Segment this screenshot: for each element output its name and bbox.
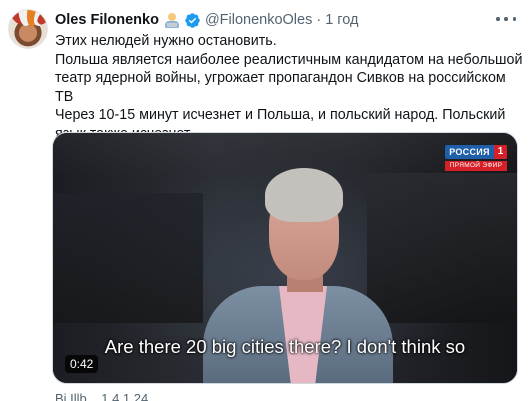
separator-dot: ·: [316, 12, 322, 28]
tweet-header: Oles Filonenko @FilonenkoOles · 1 год: [55, 11, 358, 29]
channel-number: 1: [494, 145, 507, 159]
verified-badge-icon: [185, 12, 200, 28]
tweet[interactable]: Oles Filonenko @FilonenkoOles · 1 год Эт…: [0, 0, 530, 401]
more-options-icon[interactable]: [496, 12, 516, 26]
tweet-text-line: Польша является наиболее реалистичным ка…: [55, 51, 523, 68]
tweet-text-line: Через 10-15 минут исчезнет и Польша, и п…: [55, 107, 506, 123]
video-player[interactable]: РОССИЯ 1 ПРЯМОЙ ЭФИР Are there 20 big ci…: [52, 132, 518, 384]
tweet-timestamp[interactable]: 1 год: [325, 12, 358, 28]
video-time-badge: 0:42: [65, 355, 99, 373]
tweet-text-line: Этих нелюдей нужно остановить.: [55, 33, 277, 49]
author-handle[interactable]: @FilonenkoOles: [205, 12, 312, 28]
video-subtitle: Are there 20 big cities there? I don't t…: [104, 336, 466, 357]
live-label: ПРЯМОЙ ЭФИР: [445, 161, 507, 171]
technologist-emoji-icon: [164, 12, 180, 28]
channel-logo: РОССИЯ 1 ПРЯМОЙ ЭФИР: [445, 145, 507, 171]
avatar[interactable]: [8, 9, 48, 49]
tweet-footer-partial: Bi Illb... 1.4 1.24: [55, 391, 149, 401]
author-name[interactable]: Oles Filonenko: [55, 12, 159, 28]
tweet-text: Этих нелюдей нужно остановить. Польша яв…: [55, 32, 525, 143]
channel-name: РОССИЯ: [449, 147, 490, 157]
tweet-text-line: театр ядерной войны, угрожает пропагандо…: [55, 70, 506, 105]
